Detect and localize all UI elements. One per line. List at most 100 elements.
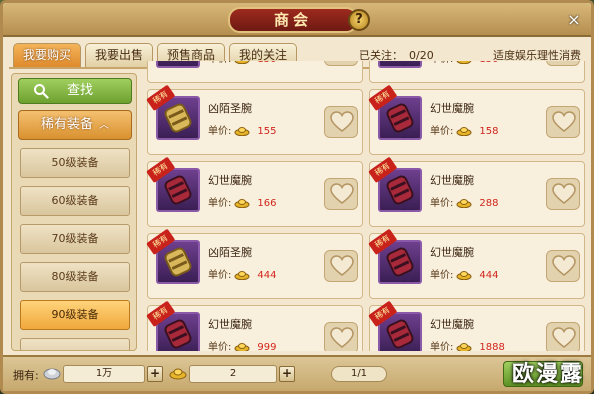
item-card[interactable]: 96级稀有幻世魔腕单价:288 xyxy=(368,156,585,227)
item-price-row: 单价: 444 xyxy=(208,266,276,281)
item-price-row: 单价: 150 xyxy=(208,61,276,65)
item-card[interactable]: 96级 单价: 150 xyxy=(369,61,585,83)
heart-icon xyxy=(552,183,576,204)
item-level: 96级 xyxy=(180,66,198,68)
heart-icon xyxy=(330,111,354,132)
item-level: 96级 xyxy=(402,210,420,212)
item-price: 158 xyxy=(479,126,499,137)
item-card[interactable]: 96级稀有幻世魔腕单价:1888 xyxy=(368,300,585,351)
tab-buy[interactable]: 我要购买 xyxy=(13,43,82,67)
favorite-button[interactable] xyxy=(546,178,580,210)
item-level: 96级 xyxy=(402,138,420,140)
item-price: 444 xyxy=(479,270,499,281)
search-button[interactable]: 查找 xyxy=(18,78,132,104)
item-price-row: 单价: 999 xyxy=(208,338,276,351)
item-card[interactable]: 96级稀有凶陌圣腕单价:444 xyxy=(146,228,363,299)
price-label: 单价: xyxy=(430,342,454,351)
gold-ingot-icon xyxy=(456,271,472,280)
sidebar-item-level-80[interactable]: 80级装备 xyxy=(20,262,130,292)
gold-ingot-icon xyxy=(234,199,250,208)
gold-ingot-icon xyxy=(456,199,472,208)
item-price: 166 xyxy=(257,198,277,209)
item-card[interactable]: 96级稀有凶陌圣腕单价:155 xyxy=(146,84,363,155)
price-label: 单价: xyxy=(208,342,232,351)
item-price-row: 单价: 1888 xyxy=(430,338,505,351)
price-label: 单价: xyxy=(208,198,232,209)
item-grid: 96级单价:15096级单价:15096级稀有凶陌圣腕单价:15596级稀有幻世… xyxy=(143,61,587,351)
sidebar-item-level-60[interactable]: 60级装备 xyxy=(20,186,130,216)
favorite-button[interactable] xyxy=(324,61,358,66)
item-level: 96级 xyxy=(402,66,420,68)
price-label: 单价: xyxy=(430,198,454,209)
gold-ingot-icon xyxy=(234,127,250,136)
item-price-row: 单价: 288 xyxy=(430,194,498,209)
favorite-button[interactable] xyxy=(546,322,580,351)
heart-icon xyxy=(330,255,354,276)
item-card[interactable]: 96级稀有幻世魔腕单价:999 xyxy=(146,300,363,351)
price-label: 单价: xyxy=(208,61,231,65)
favorite-button[interactable] xyxy=(546,250,580,282)
category-sidebar: 查找 稀有装备 ︿ 50级装备 60级装备 70级装备 80级装备 90级装备 xyxy=(11,73,137,351)
watermark: 欧漫露 xyxy=(512,362,585,387)
favorite-button[interactable] xyxy=(546,61,580,66)
gold-ingot-icon xyxy=(234,271,250,280)
category-rare-equipment[interactable]: 稀有装备 ︿ xyxy=(18,110,132,140)
item-name: 幻世魔腕 xyxy=(430,246,474,259)
heart-icon xyxy=(330,327,354,348)
item-name: 幻世魔腕 xyxy=(208,174,252,187)
item-card[interactable]: 96级稀有幻世魔腕单价:158 xyxy=(368,84,585,155)
sidebar-item-level-90[interactable]: 90级装备 xyxy=(20,300,130,330)
help-button[interactable]: ? xyxy=(348,9,370,31)
heart-icon xyxy=(552,255,576,276)
page-indicator[interactable]: 1/1 xyxy=(331,366,387,382)
favorite-button[interactable] xyxy=(324,322,358,351)
silver-amount: 1万 xyxy=(63,365,145,383)
gold-ingot-icon xyxy=(456,127,472,136)
item-name: 凶陌圣腕 xyxy=(208,246,252,259)
window-title: 商会 xyxy=(228,7,358,33)
favorite-button[interactable] xyxy=(546,106,580,138)
sidebar-item-more[interactable] xyxy=(20,338,130,350)
price-label: 单价: xyxy=(430,126,454,137)
heart-icon xyxy=(552,327,576,348)
item-card[interactable]: 96级稀有幻世魔腕单价:166 xyxy=(146,156,363,227)
item-price-row: 单价: 150 xyxy=(430,61,498,65)
category-label: 稀有装备 xyxy=(40,117,93,132)
sidebar-item-level-70[interactable]: 70级装备 xyxy=(20,224,130,254)
own-label: 拥有: xyxy=(13,369,39,382)
item-level: 96级 xyxy=(180,282,198,284)
item-price: 444 xyxy=(257,270,277,281)
favorite-button[interactable] xyxy=(324,178,358,210)
close-button[interactable]: × xyxy=(563,9,585,31)
price-label: 单价: xyxy=(208,126,232,137)
item-price: 155 xyxy=(257,126,277,137)
gold-ingot-icon xyxy=(234,343,250,351)
add-silver-button[interactable]: + xyxy=(147,366,163,382)
price-label: 单价: xyxy=(208,270,232,281)
item-price-row: 单价: 444 xyxy=(430,266,498,281)
item-level: 96级 xyxy=(180,210,198,212)
title-bar: 商会 ? × xyxy=(3,3,591,37)
favorite-button[interactable] xyxy=(324,250,358,282)
item-price: 999 xyxy=(257,342,277,351)
item-card[interactable]: 96级 单价: 150 xyxy=(147,61,363,83)
item-name: 凶陌圣腕 xyxy=(208,102,252,115)
search-label: 查找 xyxy=(67,83,94,98)
item-level: 96级 xyxy=(180,138,198,140)
item-card[interactable]: 96级稀有幻世魔腕单价:444 xyxy=(368,228,585,299)
favorite-button[interactable] xyxy=(324,106,358,138)
heart-icon xyxy=(330,183,354,204)
add-gold-button[interactable]: + xyxy=(279,366,295,382)
item-level: 96级 xyxy=(402,282,420,284)
gold-ingot-icon xyxy=(169,368,187,380)
price-label: 单价: xyxy=(430,61,453,65)
item-icon-frame: 96级 xyxy=(378,61,422,68)
gold-ingot-icon xyxy=(456,61,472,64)
item-price-row: 单价: 166 xyxy=(208,194,276,209)
item-name: 幻世魔腕 xyxy=(208,318,252,331)
gold-ingot-icon xyxy=(234,61,250,64)
item-price-row: 单价: 158 xyxy=(430,122,498,137)
silver-coin-icon xyxy=(43,368,61,380)
sidebar-item-level-50[interactable]: 50级装备 xyxy=(20,148,130,178)
bottom-bar: 拥有: 1万 + 2 + 1/1 xyxy=(3,355,591,391)
